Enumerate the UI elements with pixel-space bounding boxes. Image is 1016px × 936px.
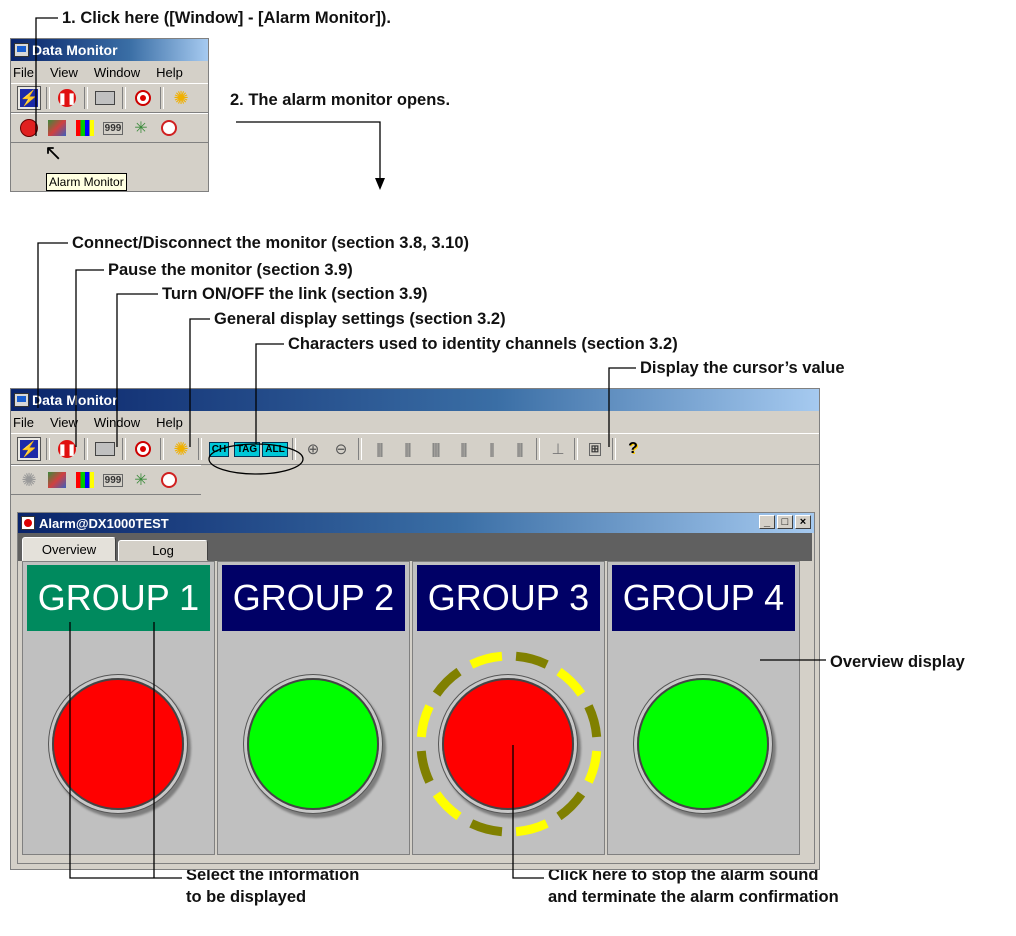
callout-lines — [35, 17, 826, 879]
